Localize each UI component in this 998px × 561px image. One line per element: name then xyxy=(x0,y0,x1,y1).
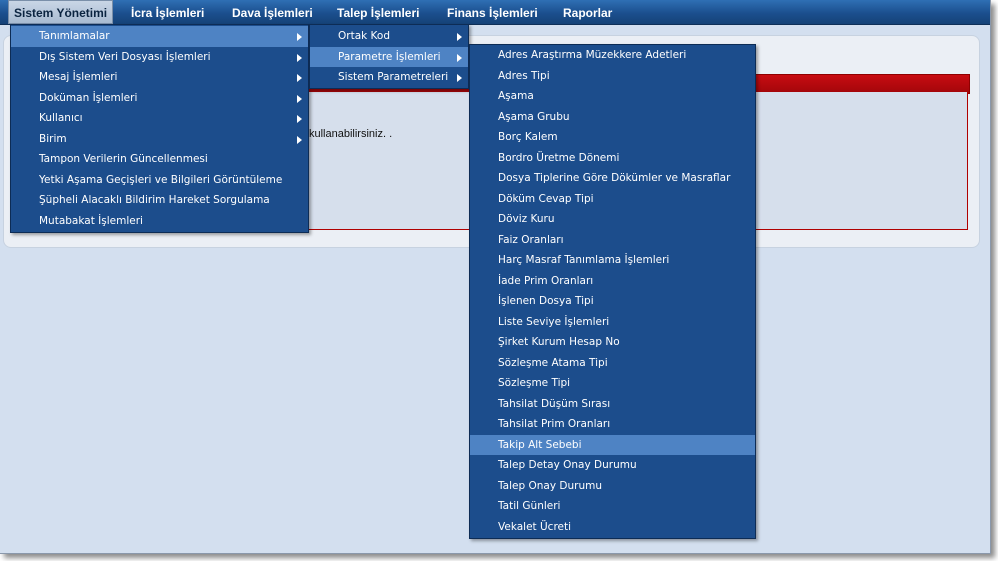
menu-item-label: Mutabakat İşlemleri xyxy=(39,214,143,227)
topnav-dava-islemleri[interactable]: Dava İşlemleri xyxy=(232,0,313,24)
menu-item-asama[interactable]: Aşama xyxy=(470,86,755,107)
menu-item-supheli-alacakli-bildirim[interactable]: Şüpheli Alacaklı Bildirim Hareket Sorgul… xyxy=(11,190,308,211)
menu-item-label: Aşama Grubu xyxy=(498,110,570,123)
chevron-right-icon xyxy=(297,94,302,103)
chevron-right-icon xyxy=(457,33,462,41)
menu-item-birim[interactable]: Birim xyxy=(11,129,308,150)
menu-item-harc-masraf-tanimlama[interactable]: Harç Masraf Tanımlama İşlemleri xyxy=(470,250,755,271)
menu-item-tanimlamalar[interactable]: Tanımlamalar xyxy=(11,26,308,47)
chevron-right-icon xyxy=(297,33,302,41)
menu-item-label: Tahsilat Düşüm Sırası xyxy=(498,397,611,410)
menu-item-label: Tampon Verilerin Güncellenmesi xyxy=(39,153,208,165)
menu-item-label: Döviz Kuru xyxy=(498,213,555,225)
topnav-raporlar[interactable]: Raporlar xyxy=(563,0,612,24)
menu-item-label: Bordro Üretme Dönemi xyxy=(498,151,620,164)
top-menu-bar: Sistem Yönetimi İcra İşlemleri Dava İşle… xyxy=(0,0,990,25)
menu-item-tatil-gunleri[interactable]: Tatil Günleri xyxy=(470,496,755,517)
menu-item-dokum-cevap-tipi[interactable]: Döküm Cevap Tipi xyxy=(470,189,755,210)
menu-item-label: Şüpheli Alacaklı Bildirim Hareket Sorgul… xyxy=(39,194,270,206)
menu-item-mutabakat-islemleri[interactable]: Mutabakat İşlemleri xyxy=(11,211,308,232)
menu-item-label: Dosya Tiplerine Göre Dökümler ve Masrafl… xyxy=(498,172,731,184)
chevron-right-icon xyxy=(457,74,462,82)
menu-item-takip-alt-sebebi[interactable]: Takip Alt Sebebi xyxy=(470,434,755,455)
menu-item-label: Tanımlamalar xyxy=(39,30,110,42)
menu-item-label: Mesaj İşlemleri xyxy=(39,71,118,83)
menu-item-ortak-kod[interactable]: Ortak Kod xyxy=(310,26,468,47)
menu-item-borc-kalem[interactable]: Borç Kalem xyxy=(470,127,755,148)
menu-item-kullanici[interactable]: Kullanıcı xyxy=(11,108,308,129)
menu-item-label: Faiz Oranları xyxy=(498,233,564,246)
menu-item-yetki-asama-gecisleri[interactable]: Yetki Aşama Geçişleri ve Bilgileri Görün… xyxy=(11,170,308,191)
menu-item-label: Talep Detay Onay Durumu xyxy=(498,459,637,471)
app-window: Sistem Yönetimi İcra İşlemleri Dava İşle… xyxy=(0,0,991,554)
menu-item-label: Vekalet Ücreti xyxy=(498,520,572,533)
menu-sistem-yonetimi: Tanımlamalar Dış Sistem Veri Dosyası İşl… xyxy=(10,24,309,233)
menu-item-label: Aşama xyxy=(498,90,534,102)
menu-item-iade-prim-oranlari[interactable]: İade Prim Oranları xyxy=(470,271,755,292)
menu-item-sozlesme-atama-tipi[interactable]: Sözleşme Atama Tipi xyxy=(470,353,755,374)
menu-item-label: Ortak Kod xyxy=(338,30,391,42)
menu-item-label: Sistem Parametreleri xyxy=(338,71,449,83)
chevron-right-icon xyxy=(297,74,302,82)
menu-item-label: Tahsilat Prim Oranları xyxy=(498,418,611,430)
menu-item-tampon-verilerin-guncellenmesi[interactable]: Tampon Verilerin Güncellenmesi xyxy=(11,149,308,170)
menu-item-label: Parametre İşlemleri xyxy=(338,50,441,63)
chevron-right-icon xyxy=(297,135,302,144)
menu-item-faiz-oranlari[interactable]: Faiz Oranları xyxy=(470,230,755,251)
menu-parametre-islemleri: Adres Araştırma Müzekkere Adetleri Adres… xyxy=(469,44,756,539)
topnav-talep-islemleri[interactable]: Talep İşlemleri xyxy=(337,0,419,24)
menu-item-doviz-kuru[interactable]: Döviz Kuru xyxy=(470,209,755,230)
menu-item-label: Şirket Kurum Hesap No xyxy=(498,336,620,348)
content-text: kullanabilirsiniz. . xyxy=(309,128,393,140)
menu-item-dokuman-islemleri[interactable]: Doküman İşlemleri xyxy=(11,88,308,109)
menu-item-dis-sistem-veri-dosyasi[interactable]: Dış Sistem Veri Dosyası İşlemleri xyxy=(11,47,308,68)
menu-item-label: Harç Masraf Tanımlama İşlemleri xyxy=(498,254,670,266)
menu-item-label: Kullanıcı xyxy=(39,112,83,124)
chevron-right-icon xyxy=(457,53,462,62)
menu-item-bordro-uretme-donemi[interactable]: Bordro Üretme Dönemi xyxy=(470,148,755,169)
menu-item-sistem-parametreleri[interactable]: Sistem Parametreleri xyxy=(310,67,468,88)
menu-item-tahsilat-dusum-sirasi[interactable]: Tahsilat Düşüm Sırası xyxy=(470,394,755,415)
menu-item-label: Talep Onay Durumu xyxy=(498,479,602,492)
menu-item-tahsilat-prim-oranlari[interactable]: Tahsilat Prim Oranları xyxy=(470,414,755,435)
menu-item-label: Doküman İşlemleri xyxy=(39,91,138,104)
menu-item-liste-seviye-islemleri[interactable]: Liste Seviye İşlemleri xyxy=(470,312,755,333)
menu-item-label: İşlenen Dosya Tipi xyxy=(498,295,594,307)
menu-item-label: Tatil Günleri xyxy=(498,500,561,512)
menu-item-label: Liste Seviye İşlemleri xyxy=(498,315,610,328)
menu-item-label: Yetki Aşama Geçişleri ve Bilgileri Görün… xyxy=(39,173,283,186)
menu-item-parametre-islemleri[interactable]: Parametre İşlemleri xyxy=(310,46,468,67)
chevron-right-icon xyxy=(297,115,302,123)
menu-item-label: İade Prim Oranları xyxy=(498,274,594,287)
menu-item-islenen-dosya-tipi[interactable]: İşlenen Dosya Tipi xyxy=(470,291,755,312)
menu-item-asama-grubu[interactable]: Aşama Grubu xyxy=(470,107,755,128)
menu-item-sirket-kurum-hesap-no[interactable]: Şirket Kurum Hesap No xyxy=(470,332,755,353)
menu-item-mesaj-islemleri[interactable]: Mesaj İşlemleri xyxy=(11,67,308,88)
menu-item-label: Takip Alt Sebebi xyxy=(498,438,582,451)
menu-item-label: Dış Sistem Veri Dosyası İşlemleri xyxy=(39,50,211,63)
menu-item-label: Birim xyxy=(39,132,67,145)
menu-item-vekalet-ucreti[interactable]: Vekalet Ücreti xyxy=(470,517,755,538)
menu-item-talep-detay-onay-durumu[interactable]: Talep Detay Onay Durumu xyxy=(470,455,755,476)
topnav-finans-islemleri[interactable]: Finans İşlemleri xyxy=(447,0,538,24)
topnav-sistem-yonetimi[interactable]: Sistem Yönetimi xyxy=(8,0,114,24)
menu-item-label: Döküm Cevap Tipi xyxy=(498,192,594,205)
menu-item-dosya-tiplerine-gore-dokumler[interactable]: Dosya Tiplerine Göre Dökümler ve Masrafl… xyxy=(470,168,755,189)
menu-item-label: Sözleşme Atama Tipi xyxy=(498,356,608,369)
menu-item-label: Sözleşme Tipi xyxy=(498,377,571,389)
menu-tanimlamalar: Ortak Kod Parametre İşlemleri Sistem Par… xyxy=(309,24,469,89)
menu-item-label: Borç Kalem xyxy=(498,131,558,143)
menu-item-adres-tipi[interactable]: Adres Tipi xyxy=(470,66,755,87)
menu-item-sozlesme-tipi[interactable]: Sözleşme Tipi xyxy=(470,373,755,394)
menu-item-label: Adres Tipi xyxy=(498,69,550,82)
menu-item-label: Adres Araştırma Müzekkere Adetleri xyxy=(498,49,687,61)
chevron-right-icon xyxy=(297,53,302,62)
menu-item-talep-onay-durumu[interactable]: Talep Onay Durumu xyxy=(470,476,755,497)
topnav-icra-islemleri[interactable]: İcra İşlemleri xyxy=(131,0,204,24)
menu-item-adres-arastirma-muzekkere[interactable]: Adres Araştırma Müzekkere Adetleri xyxy=(470,45,755,66)
